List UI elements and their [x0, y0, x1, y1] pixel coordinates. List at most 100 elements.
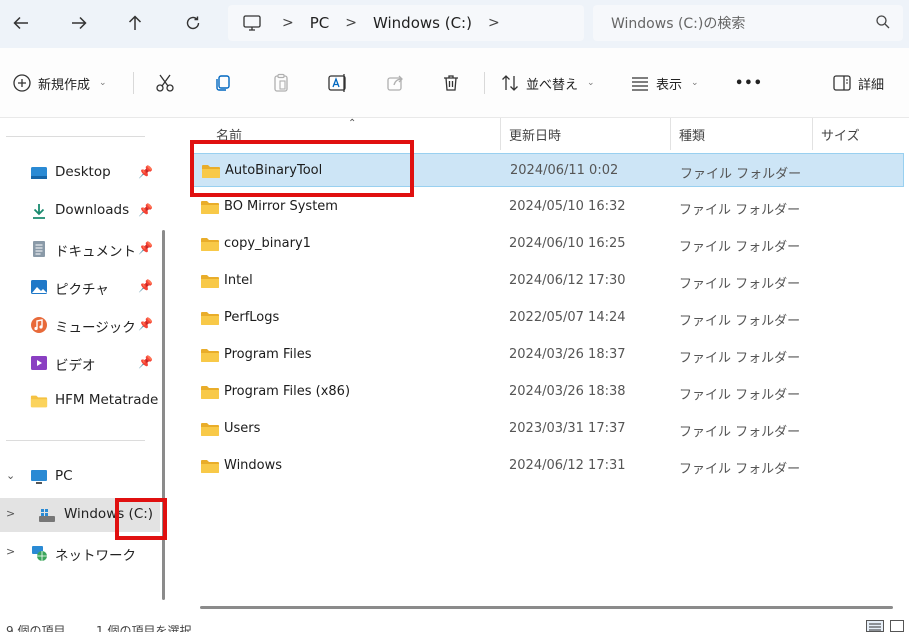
share-icon: [387, 75, 403, 91]
copy-icon: [216, 75, 230, 91]
sidebar-item-label: HFM Metatrade: [55, 392, 159, 408]
sidebar-scrollbar[interactable]: [162, 230, 165, 600]
column-header-date[interactable]: 更新日時: [509, 118, 561, 150]
pin-icon[interactable]: 📌: [138, 355, 153, 369]
folder-icon: [201, 386, 219, 399]
forward-button[interactable]: [64, 10, 94, 36]
up-button[interactable]: [120, 10, 150, 36]
music-icon: [31, 317, 47, 333]
refresh-button[interactable]: [178, 10, 208, 36]
folder-icon: [201, 275, 219, 288]
sidebar-item-videos[interactable]: ビデオ 📌: [0, 346, 160, 380]
sidebar-item-pictures[interactable]: ピクチャ 📌: [0, 270, 160, 304]
details-view-icon[interactable]: [866, 620, 884, 632]
breadcrumb-item-drive[interactable]: Windows (C:): [373, 14, 472, 32]
trash-icon: [444, 75, 458, 91]
cut-button[interactable]: [155, 70, 175, 96]
pin-icon[interactable]: 📌: [138, 279, 153, 293]
column-header-label: 種類: [679, 128, 706, 144]
tiles-view-icon[interactable]: [890, 620, 904, 632]
search-placeholder: Windows (C:)の検索: [611, 16, 746, 32]
chevron-right-icon[interactable]: >: [6, 545, 15, 558]
paste-button[interactable]: [271, 70, 291, 96]
column-header-label: サイズ: [821, 128, 860, 144]
sidebar-item-pc[interactable]: ⌄ PC: [0, 460, 160, 494]
list-view-icon: [632, 77, 648, 91]
file-name: Program Files: [224, 347, 312, 362]
breadcrumb-chevron-icon[interactable]: >: [488, 15, 500, 31]
details-pane-button[interactable]: 詳細: [832, 70, 884, 96]
desktop-icon: [31, 167, 47, 179]
delete-button[interactable]: [441, 70, 461, 96]
sidebar-divider: [6, 440, 145, 441]
sidebar-item-network[interactable]: > ネットワーク: [0, 536, 160, 570]
breadcrumb-separator-icon: >: [345, 15, 357, 31]
sidebar-item-hfm-metatrade[interactable]: HFM Metatrade: [0, 384, 160, 418]
pin-icon[interactable]: 📌: [138, 203, 153, 217]
file-date: 2024/05/10 16:32: [509, 199, 626, 214]
table-row[interactable]: Intel 2024/06/12 17:30 ファイル フォルダー: [191, 264, 904, 298]
table-row[interactable]: Windows 2024/06/12 17:31 ファイル フォルダー: [191, 449, 904, 483]
back-button[interactable]: [6, 10, 36, 36]
breadcrumb[interactable]: > PC > Windows (C:) >: [228, 5, 584, 41]
file-name: Windows: [224, 458, 283, 473]
view-button[interactable]: 表示 ⌄: [630, 70, 699, 96]
video-icon: [31, 356, 47, 370]
sidebar-item-downloads[interactable]: Downloads 📌: [0, 194, 160, 228]
more-icon: •••: [735, 75, 763, 91]
column-header-size[interactable]: サイズ: [821, 118, 860, 150]
search-input[interactable]: Windows (C:)の検索: [593, 5, 903, 41]
file-date: 2023/03/31 17:37: [509, 421, 626, 436]
column-header-label: 更新日時: [509, 128, 562, 144]
pictures-icon: [31, 280, 47, 294]
sidebar-item-documents[interactable]: ドキュメント 📌: [0, 232, 160, 266]
address-bar: > PC > Windows (C:) > Windows (C:)の検索: [0, 0, 909, 48]
file-type: ファイル フォルダー: [679, 462, 801, 477]
sidebar-item-label: ピクチャ: [55, 282, 109, 298]
new-button[interactable]: 新規作成 ⌄: [12, 70, 107, 96]
column-divider[interactable]: [500, 118, 501, 150]
sort-button[interactable]: 並べ替え ⌄: [500, 70, 595, 96]
rename-button[interactable]: [327, 70, 349, 96]
column-divider[interactable]: [670, 118, 671, 150]
monitor-icon: [31, 470, 47, 484]
sidebar-divider: [6, 136, 145, 137]
sidebar-item-desktop[interactable]: Desktop 📌: [0, 156, 160, 190]
annotation-highlight-autobinarytool: [190, 140, 414, 197]
file-type: ファイル フォルダー: [679, 203, 801, 218]
pin-icon[interactable]: 📌: [138, 317, 153, 331]
more-options-button[interactable]: •••: [735, 70, 763, 96]
file-date: 2024/03/26 18:37: [509, 347, 626, 362]
file-type: ファイル フォルダー: [680, 167, 802, 182]
file-name: PerfLogs: [224, 310, 280, 325]
drive-icon: [39, 509, 55, 522]
table-row[interactable]: Program Files (x86) 2024/03/26 18:38 ファイ…: [191, 375, 904, 409]
horizontal-scrollbar[interactable]: [200, 606, 893, 609]
table-row[interactable]: PerfLogs 2022/05/07 14:24 ファイル フォルダー: [191, 301, 904, 335]
table-row[interactable]: Users 2023/03/31 17:37 ファイル フォルダー: [191, 412, 904, 446]
copy-button[interactable]: [213, 70, 233, 96]
file-type: ファイル フォルダー: [679, 314, 801, 329]
sidebar-item-label: PC: [55, 468, 73, 484]
file-type: ファイル フォルダー: [679, 425, 801, 440]
pin-icon[interactable]: 📌: [138, 241, 153, 255]
table-row[interactable]: Program Files 2024/03/26 18:37 ファイル フォルダ…: [191, 338, 904, 372]
breadcrumb-item-pc[interactable]: PC: [310, 14, 330, 32]
chevron-down-icon[interactable]: ⌄: [6, 469, 15, 482]
chevron-right-icon[interactable]: >: [6, 507, 15, 520]
share-button[interactable]: [385, 70, 405, 96]
file-date: 2024/03/26 18:38: [509, 384, 626, 399]
annotation-highlight-drive-c: [115, 498, 167, 540]
sort-button-label: 並べ替え: [526, 77, 579, 93]
table-row[interactable]: copy_binary1 2024/06/10 16:25 ファイル フォルダー: [191, 227, 904, 261]
file-type: ファイル フォルダー: [679, 277, 801, 292]
column-divider[interactable]: [812, 118, 813, 150]
breadcrumb-separator-icon: >: [282, 15, 294, 31]
pin-icon[interactable]: 📌: [138, 165, 153, 179]
sidebar-item-music[interactable]: ミュージック 📌: [0, 308, 160, 342]
file-date: 2024/06/12 17:31: [509, 458, 626, 473]
details-pane-label: 詳細: [858, 77, 885, 93]
network-icon: [32, 546, 47, 561]
column-header-type[interactable]: 種類: [679, 118, 705, 150]
file-name: Program Files (x86): [224, 384, 351, 399]
